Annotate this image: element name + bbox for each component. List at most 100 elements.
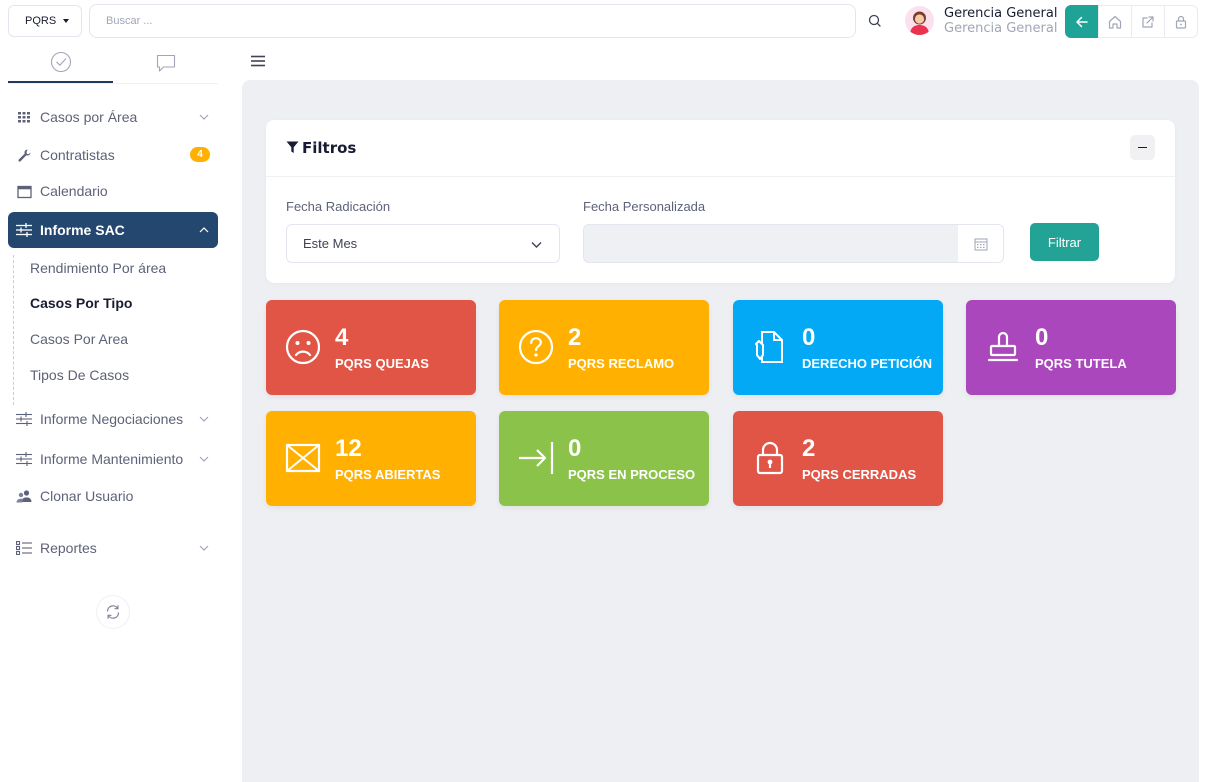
lock-icon <box>1175 15 1187 29</box>
sidebar-item-clonar-usuario[interactable]: Clonar Usuario <box>8 478 218 514</box>
filters-title: Filtros <box>302 139 357 157</box>
sidebar: Casos por Área Contratistas 4 Calendario… <box>0 42 226 782</box>
main-content: Filtros Fecha Radicación Este Mes Fecha … <box>242 80 1199 782</box>
date-picker-button[interactable] <box>958 224 1004 263</box>
external-link-icon <box>1142 15 1154 28</box>
sidebar-item-label: Reportes <box>40 540 97 556</box>
user-name[interactable]: Gerencia General <box>944 6 1057 21</box>
sidebar-item-label: Clonar Usuario <box>40 488 134 504</box>
tile-count: 2 <box>568 324 582 351</box>
refresh-button[interactable] <box>96 595 130 629</box>
filters-card: Filtros Fecha Radicación Este Mes Fecha … <box>266 120 1175 283</box>
hamburger-menu-icon[interactable] <box>250 54 266 67</box>
sidebar-item-label: Contratistas <box>40 147 115 163</box>
fecha-radicacion-value: Este Mes <box>303 236 358 251</box>
calendar-icon <box>974 238 987 250</box>
envelope-icon <box>284 439 322 477</box>
submenu-item-casos-por-area[interactable]: Casos Por Area <box>30 331 128 347</box>
chevron-down-icon <box>199 545 209 551</box>
filter-button[interactable]: Filtrar <box>1030 223 1099 261</box>
submenu-item-casos-por-tipo[interactable]: Casos Por Tipo <box>30 295 132 311</box>
tile-label: DERECHO PETICIÓN <box>802 356 933 371</box>
lock-button[interactable] <box>1164 5 1198 38</box>
sliders-icon <box>16 222 32 238</box>
arrow-in-icon <box>517 439 555 477</box>
sidebar-item-label: Calendario <box>40 183 108 199</box>
chevron-down-icon <box>199 416 209 422</box>
arrow-left-icon <box>1076 16 1088 27</box>
fecha-radicacion-select[interactable]: Este Mes <box>286 224 560 263</box>
wrench-icon <box>16 147 32 163</box>
question-circle-icon <box>517 328 555 366</box>
stamp-icon <box>984 328 1022 366</box>
tile-label: PQRS TUTELA <box>1035 356 1127 371</box>
sidebar-item-contratistas[interactable]: Contratistas 4 <box>8 137 218 173</box>
chevron-down-icon <box>199 114 209 120</box>
calendar-icon <box>16 183 32 199</box>
sidebar-item-informe-mantenimiento[interactable]: Informe Mantenimiento <box>8 441 218 477</box>
lock-icon <box>751 439 789 477</box>
tile-pqrs-cerradas[interactable]: 2 PQRS CERRADAS <box>733 411 943 506</box>
refresh-icon <box>106 605 120 619</box>
tile-label: PQRS ABIERTAS <box>335 467 441 482</box>
tab-tasks[interactable] <box>8 42 113 83</box>
list-icon <box>16 540 32 556</box>
sidebar-item-casos-por-area[interactable]: Casos por Área <box>8 99 218 135</box>
tile-pqrs-quejas[interactable]: 4 PQRS QUEJAS <box>266 300 476 395</box>
submenu-item-tipos-de-casos[interactable]: Tipos De Casos <box>30 367 129 383</box>
tile-label: PQRS QUEJAS <box>335 356 429 371</box>
chat-icon <box>156 54 175 72</box>
tile-pqrs-reclamo[interactable]: 2 PQRS RECLAMO <box>499 300 709 395</box>
top-bar: PQRS Gerencia General Gerencia General <box>0 0 1207 42</box>
tile-pqrs-en-proceso[interactable]: 0 PQRS EN PROCESO <box>499 411 709 506</box>
submenu-guide-line <box>13 255 14 405</box>
check-circle-icon <box>50 51 71 72</box>
module-selector[interactable]: PQRS <box>8 5 82 37</box>
user-role: Gerencia General <box>944 21 1058 36</box>
filters-card-header: Filtros <box>266 120 1175 177</box>
tile-pqrs-tutela[interactable]: 0 PQRS TUTELA <box>966 300 1176 395</box>
tab-chat[interactable] <box>113 42 218 83</box>
tile-count: 0 <box>1035 324 1049 351</box>
sliders-icon <box>16 451 32 467</box>
search-icon[interactable] <box>866 12 884 30</box>
tile-label: PQRS CERRADAS <box>802 467 917 482</box>
grid-icon <box>16 109 32 125</box>
chevron-down-icon <box>199 456 209 462</box>
sidebar-item-calendario[interactable]: Calendario <box>8 173 218 209</box>
fecha-radicacion-label: Fecha Radicación <box>286 199 391 214</box>
caret-down-icon <box>63 19 70 23</box>
home-icon <box>1108 15 1122 29</box>
sidebar-item-label: Casos por Área <box>40 109 138 125</box>
sidebar-divider <box>8 83 218 84</box>
home-button[interactable] <box>1098 5 1132 38</box>
tile-count: 4 <box>335 324 349 351</box>
minus-icon <box>1138 146 1147 149</box>
users-icon <box>16 488 32 504</box>
back-button[interactable] <box>1065 5 1099 38</box>
tile-pqrs-abiertas[interactable]: 12 PQRS ABIERTAS <box>266 411 476 506</box>
sidebar-item-label: Informe Mantenimiento <box>40 451 184 467</box>
tile-count: 2 <box>802 435 816 462</box>
submenu-item-rendimiento[interactable]: Rendimiento Por área <box>30 260 166 276</box>
sidebar-item-informe-negociaciones[interactable]: Informe Negociaciones <box>8 401 218 437</box>
chevron-up-icon <box>199 227 209 233</box>
fecha-personalizada-label: Fecha Personalizada <box>583 199 706 214</box>
avatar[interactable] <box>905 6 934 35</box>
tile-derecho-peticion[interactable]: 0 DERECHO PETICIÓN <box>733 300 943 395</box>
module-selector-label: PQRS <box>25 15 57 27</box>
external-link-button[interactable] <box>1131 5 1165 38</box>
tile-count: 12 <box>335 435 362 462</box>
collapse-button[interactable] <box>1130 135 1155 160</box>
tile-count: 0 <box>802 324 816 351</box>
sidebar-item-reportes[interactable]: Reportes <box>8 530 218 566</box>
sad-face-icon <box>284 328 322 366</box>
sidebar-item-label: Informe Negociaciones <box>40 411 184 427</box>
search-input[interactable] <box>89 4 856 38</box>
chevron-down-icon <box>531 242 542 248</box>
fecha-personalizada-input[interactable] <box>583 224 959 263</box>
sliders-icon <box>16 411 32 427</box>
sidebar-item-informe-sac[interactable]: Informe SAC <box>8 212 218 248</box>
count-badge: 4 <box>190 147 210 162</box>
tile-label: PQRS EN PROCESO <box>568 467 696 482</box>
